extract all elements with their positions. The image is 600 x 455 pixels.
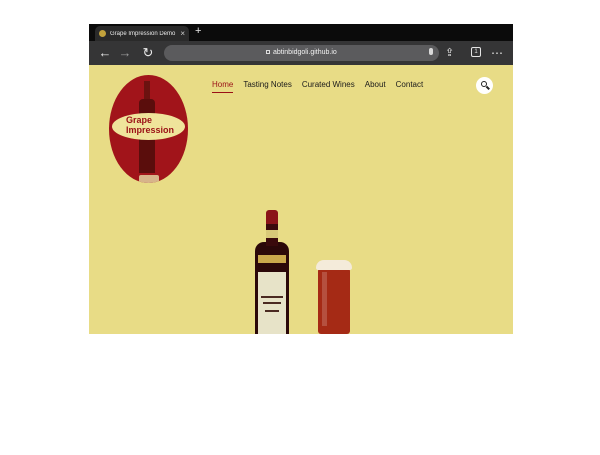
tab-strip: Grape Impression Demo × + (89, 24, 513, 41)
cork-icon (139, 175, 159, 183)
back-icon[interactable]: ← (97, 45, 113, 61)
nav-home[interactable]: Home (212, 79, 234, 93)
browser-toolbar: ← → ↻ abtinbidgoli.github.io ⇪ 1 ⋯ (89, 41, 513, 65)
main-nav: Home Tasting Notes Curated Wines About C… (212, 79, 433, 93)
beer-glass-image (316, 260, 352, 334)
url-text: abtinbidgoli.github.io (273, 49, 337, 56)
logo-line-2: Impression (126, 125, 175, 135)
nav-contact[interactable]: Contact (396, 79, 424, 93)
nav-tasting-notes[interactable]: Tasting Notes (243, 79, 291, 93)
share-icon[interactable]: ⇪ (445, 46, 454, 60)
search-button[interactable] (476, 77, 493, 94)
new-tab-icon[interactable]: + (195, 25, 201, 38)
browser-window: Grape Impression Demo × + ← → ↻ abtinbid… (89, 24, 513, 334)
address-bar[interactable]: abtinbidgoli.github.io (164, 45, 439, 61)
more-dots-icon[interactable]: ⋯ (491, 46, 503, 60)
nav-about[interactable]: About (365, 79, 386, 93)
microphone-icon[interactable] (429, 48, 433, 55)
logo-line-1: Grape (126, 115, 153, 125)
wine-bottle-image (255, 210, 289, 334)
nav-curated-wines[interactable]: Curated Wines (302, 79, 355, 93)
logo-text: Grape Impression (126, 115, 186, 135)
web-page: Grape Impression Home Tasting Notes Cura… (89, 65, 513, 334)
site-logo[interactable]: Grape Impression (109, 75, 188, 183)
reload-icon[interactable]: ↻ (140, 45, 156, 61)
forward-icon[interactable]: → (117, 45, 133, 61)
lock-icon (266, 50, 270, 54)
browser-tab[interactable]: Grape Impression Demo × (95, 26, 189, 41)
tab-switcher-icon[interactable]: 1 (471, 47, 481, 57)
close-tab-icon[interactable]: × (180, 29, 185, 38)
favicon-icon (99, 30, 106, 37)
tab-title: Grape Impression Demo (110, 30, 176, 37)
